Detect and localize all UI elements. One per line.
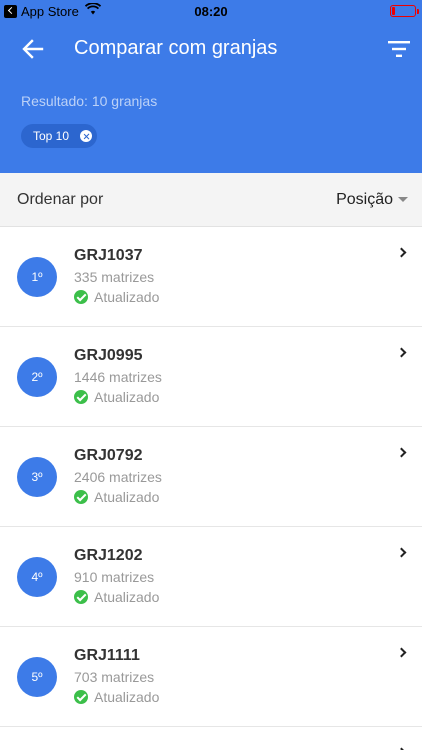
page-title: Comparar com granjas — [74, 37, 278, 59]
farm-code: GRJ1111 — [74, 647, 140, 664]
rank-badge: 2º — [17, 357, 57, 397]
list-item[interactable]: 2º GRJ0995 1446 matrizes Atualizado — [0, 327, 422, 427]
rank-badge: 1º — [17, 257, 57, 297]
farm-matrices: 335 matrizes — [74, 269, 155, 285]
farm-matrices: 2406 matrizes — [74, 469, 162, 485]
farm-code: GRJ1202 — [74, 547, 143, 564]
farm-list: 1º GRJ1037 335 matrizes Atualizado 2º GRJ0995… — [0, 227, 422, 750]
status-text: Atualizado — [94, 689, 160, 705]
check-circle-icon — [74, 490, 88, 504]
chevron-right-icon — [396, 447, 407, 458]
farm-matrices: 910 matrizes — [74, 569, 155, 585]
status-text: Atualizado — [94, 589, 160, 605]
check-circle-icon — [74, 690, 88, 704]
chip-label: Top 10 — [33, 129, 70, 143]
list-item[interactable] — [0, 727, 422, 750]
caret-down-icon[interactable] — [398, 197, 408, 202]
check-circle-icon — [74, 590, 88, 604]
chevron-right-icon — [396, 247, 407, 258]
rank-badge: 4º — [17, 557, 57, 597]
list-item[interactable]: 5º GRJ1111 703 matrizes Atualizado — [0, 627, 422, 727]
list-item[interactable]: 4º GRJ1202 910 matrizes Atualizado — [0, 527, 422, 627]
back-arrow-icon[interactable] — [22, 39, 44, 59]
battery-icon — [390, 5, 419, 17]
rank-badge: 3º — [17, 457, 57, 497]
sort-bar: Ordenar por Posição — [0, 173, 422, 227]
close-icon[interactable] — [80, 130, 93, 142]
status-text: Atualizado — [94, 389, 160, 405]
status-time: 08:20 — [194, 4, 228, 19]
sort-dropdown-value[interactable]: Posição — [336, 191, 393, 209]
rank-badge: 5º — [17, 657, 57, 697]
farm-code: GRJ0995 — [74, 347, 143, 364]
check-circle-icon — [74, 390, 88, 404]
list-item[interactable]: 3º GRJ0792 2406 matrizes Atualizado — [0, 427, 422, 527]
list-item[interactable]: 1º GRJ1037 335 matrizes Atualizado — [0, 227, 422, 327]
farm-code: GRJ0792 — [74, 447, 143, 464]
filter-chip-top10[interactable]: Top 10 — [21, 124, 98, 148]
result-count: Resultado: 10 granjas — [21, 93, 158, 109]
filter-icon[interactable] — [388, 40, 410, 58]
chevron-right-icon — [396, 647, 407, 658]
farm-matrices: 1446 matrizes — [74, 369, 162, 385]
status-text: Atualizado — [94, 289, 160, 305]
chevron-right-icon — [396, 347, 407, 358]
status-bar: App Store 08:20 — [0, 0, 422, 22]
farm-matrices: 703 matrizes — [74, 669, 155, 685]
status-text: Atualizado — [94, 489, 160, 505]
sort-label: Ordenar por — [17, 191, 104, 208]
check-circle-icon — [74, 290, 88, 304]
farm-code: GRJ1037 — [74, 247, 143, 264]
app-header: App Store 08:20 Comparar com granjas Res… — [0, 0, 422, 173]
chevron-right-icon — [396, 547, 407, 558]
